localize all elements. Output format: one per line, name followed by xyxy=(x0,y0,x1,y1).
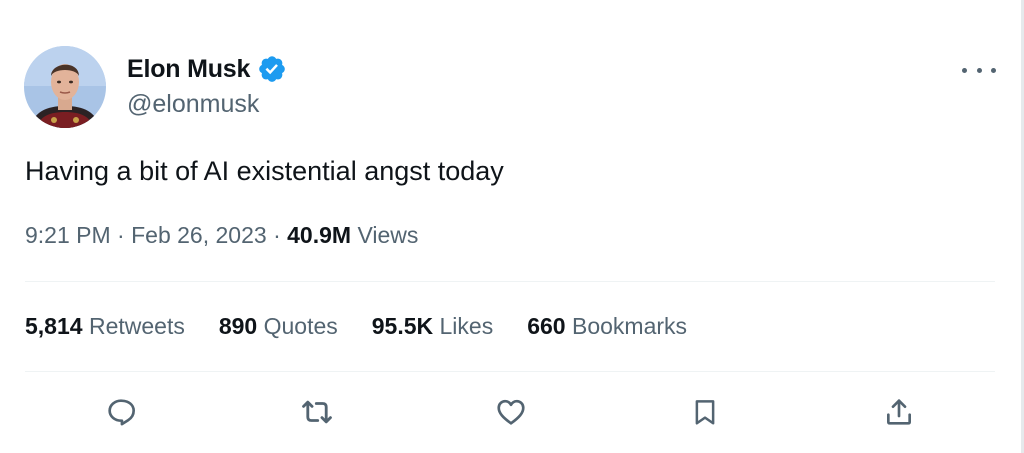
stat-count: 95.5K xyxy=(371,313,434,339)
action-bar xyxy=(0,392,1020,432)
author-handle[interactable]: @elonmusk xyxy=(127,90,259,119)
share-button[interactable] xyxy=(879,392,919,432)
bookmark-icon xyxy=(695,400,715,425)
tweet-date[interactable]: Feb 26, 2023 xyxy=(131,222,267,248)
avatar[interactable] xyxy=(24,46,106,128)
divider xyxy=(25,371,995,372)
author-name-row[interactable]: Elon Musk xyxy=(127,54,287,84)
stat-label: Retweets xyxy=(88,313,185,339)
tweet-time[interactable]: 9:21 PM xyxy=(25,222,111,248)
retweet-icon xyxy=(302,400,332,424)
more-options-icon[interactable] xyxy=(962,60,996,80)
views-label: Views xyxy=(357,222,419,248)
retweet-button[interactable] xyxy=(297,392,337,432)
stat-quotes[interactable]: 890 Quotes xyxy=(219,313,338,340)
reply-button[interactable] xyxy=(101,392,141,432)
tweet-text: Having a bit of AI existential angst tod… xyxy=(25,156,504,186)
stat-label: Quotes xyxy=(263,313,338,339)
share-icon xyxy=(887,399,911,425)
stat-retweets[interactable]: 5,814 Retweets xyxy=(25,313,185,340)
views-count: 40.9M xyxy=(287,222,352,248)
verified-badge-icon[interactable] xyxy=(257,54,287,84)
author-display-name[interactable]: Elon Musk xyxy=(127,55,250,84)
bookmark-button[interactable] xyxy=(685,392,725,432)
tweet-meta: 9:21 PM · Feb 26, 2023 · 40.9M Views xyxy=(25,222,418,249)
stat-count: 5,814 xyxy=(25,313,83,339)
meta-separator: · xyxy=(117,222,125,248)
stat-count: 660 xyxy=(527,313,566,339)
like-button[interactable] xyxy=(491,392,531,432)
stat-label: Likes xyxy=(439,313,494,339)
tweet-card: Elon Musk @elonmusk Having a bit of AI e… xyxy=(0,0,1020,453)
engagement-stats: 5,814 Retweets 890 Quotes 95.5K Likes 66… xyxy=(25,313,721,340)
stat-likes[interactable]: 95.5K Likes xyxy=(372,313,493,340)
stat-bookmarks[interactable]: 660 Bookmarks xyxy=(527,313,687,340)
stat-count: 890 xyxy=(218,313,258,339)
meta-separator: · xyxy=(273,222,281,248)
stat-label: Bookmarks xyxy=(571,313,688,339)
divider xyxy=(25,281,995,282)
like-icon xyxy=(497,399,525,425)
reply-icon xyxy=(108,399,135,426)
